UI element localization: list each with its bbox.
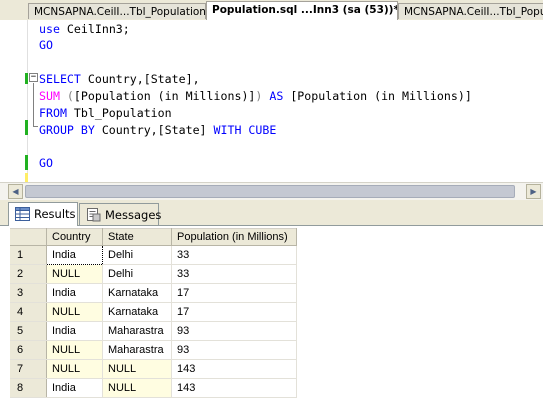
- grid-corner[interactable]: [10, 228, 47, 246]
- table-row[interactable]: 5 India Maharastra 93: [10, 321, 297, 341]
- collapse-icon[interactable]: −: [29, 73, 38, 82]
- table-row[interactable]: 6 NULL Maharastra 93: [10, 340, 297, 360]
- cell-state[interactable]: Maharastra: [102, 340, 172, 360]
- messages-icon: [87, 208, 101, 222]
- cell-population[interactable]: 93: [171, 321, 297, 341]
- code-line-2: GO: [39, 38, 53, 52]
- cell-population[interactable]: 33: [171, 264, 297, 284]
- code-line-1: use CeilInn3;: [39, 22, 130, 36]
- row-number[interactable]: 4: [10, 302, 47, 322]
- column-header-country[interactable]: Country: [46, 228, 103, 246]
- cell-country[interactable]: NULL: [46, 264, 103, 284]
- cell-country[interactable]: NULL: [46, 302, 103, 322]
- row-number[interactable]: 5: [10, 321, 47, 341]
- change-marker: [25, 155, 28, 170]
- document-tab-table-2[interactable]: MCNSAPNA.CeilI...Tbl_Population: [398, 3, 543, 19]
- cell-population[interactable]: 17: [171, 302, 297, 322]
- document-tab-strip: MCNSAPNA.CeilI...Tbl_Population Populati…: [0, 0, 543, 21]
- cell-country[interactable]: India: [46, 283, 103, 303]
- table-row[interactable]: 8 India NULL 143: [10, 378, 297, 398]
- cell-country[interactable]: India: [46, 378, 103, 398]
- row-number[interactable]: 7: [10, 359, 47, 379]
- cell-state[interactable]: Delhi: [102, 245, 172, 265]
- document-tab-table-1[interactable]: MCNSAPNA.CeilI...Tbl_Population: [28, 3, 206, 19]
- cell-state[interactable]: Delhi: [102, 264, 172, 284]
- row-number[interactable]: 2: [10, 264, 47, 284]
- results-table: Country State Population (in Millions) 1…: [10, 228, 297, 398]
- scroll-left-icon[interactable]: ◀: [8, 184, 23, 199]
- cell-population[interactable]: 143: [171, 359, 297, 379]
- cell-population[interactable]: 33: [171, 245, 297, 265]
- scrollbar-thumb[interactable]: [25, 185, 515, 198]
- column-header-population[interactable]: Population (in Millions): [171, 228, 297, 246]
- scroll-right-icon[interactable]: ▶: [526, 184, 541, 199]
- table-row[interactable]: 1 India Delhi 33: [10, 245, 297, 265]
- row-number[interactable]: 8: [10, 378, 47, 398]
- cell-population[interactable]: 93: [171, 340, 297, 360]
- cell-state[interactable]: Maharastra: [102, 321, 172, 341]
- editor-horizontal-scrollbar[interactable]: ◀ ▶: [0, 182, 543, 200]
- cell-country[interactable]: NULL: [46, 359, 103, 379]
- tab-messages[interactable]: Messages: [79, 203, 162, 225]
- grid-icon: [15, 207, 30, 221]
- code-line-5: FROM Tbl_Population: [39, 106, 172, 120]
- table-row[interactable]: 2 NULL Delhi 33: [10, 264, 297, 284]
- tab-results-label: Results: [34, 207, 76, 221]
- cell-state[interactable]: Karnataka: [102, 283, 172, 303]
- cell-population[interactable]: 17: [171, 283, 297, 303]
- sql-editor[interactable]: − use CeilInn3; GO SELECT Country,[State…: [0, 20, 543, 183]
- saved-marker: [25, 173, 28, 182]
- cell-country[interactable]: NULL: [46, 340, 103, 360]
- row-number[interactable]: 3: [10, 283, 47, 303]
- tab-messages-label: Messages: [105, 208, 162, 222]
- cell-population[interactable]: 143: [171, 378, 297, 398]
- fold-end: [33, 126, 38, 127]
- results-tab-strip: Results Messages: [0, 200, 543, 226]
- cell-country[interactable]: India: [46, 245, 103, 265]
- cell-state[interactable]: NULL: [102, 359, 172, 379]
- cell-state[interactable]: NULL: [102, 378, 172, 398]
- tab-results[interactable]: Results: [8, 202, 78, 226]
- table-row[interactable]: 3 India Karnataka 17: [10, 283, 297, 303]
- header-row: Country State Population (in Millions): [10, 228, 297, 246]
- document-tab-population-sql[interactable]: Population.sql ...Inn3 (sa (53))*: [206, 1, 398, 20]
- cell-state[interactable]: Karnataka: [102, 302, 172, 322]
- table-row[interactable]: 4 NULL Karnataka 17: [10, 302, 297, 322]
- cell-country[interactable]: India: [46, 321, 103, 341]
- code-line-6: GROUP BY Country,[State] WITH CUBE: [39, 123, 277, 137]
- fold-line: [33, 83, 34, 126]
- change-marker: [25, 120, 28, 135]
- row-number[interactable]: 6: [10, 340, 47, 360]
- editor-gutter: [0, 20, 28, 182]
- column-header-state[interactable]: State: [102, 228, 172, 246]
- row-number[interactable]: 1: [10, 245, 47, 265]
- table-row[interactable]: 7 NULL NULL 143: [10, 359, 297, 379]
- change-marker: [25, 73, 28, 84]
- code-line-3: SELECT Country,[State],: [39, 72, 200, 86]
- results-grid[interactable]: Country State Population (in Millions) 1…: [0, 226, 543, 408]
- code-line-7: GO: [39, 156, 53, 170]
- code-line-4: SUM ([Population (in Millions)]) AS [Pop…: [39, 89, 472, 103]
